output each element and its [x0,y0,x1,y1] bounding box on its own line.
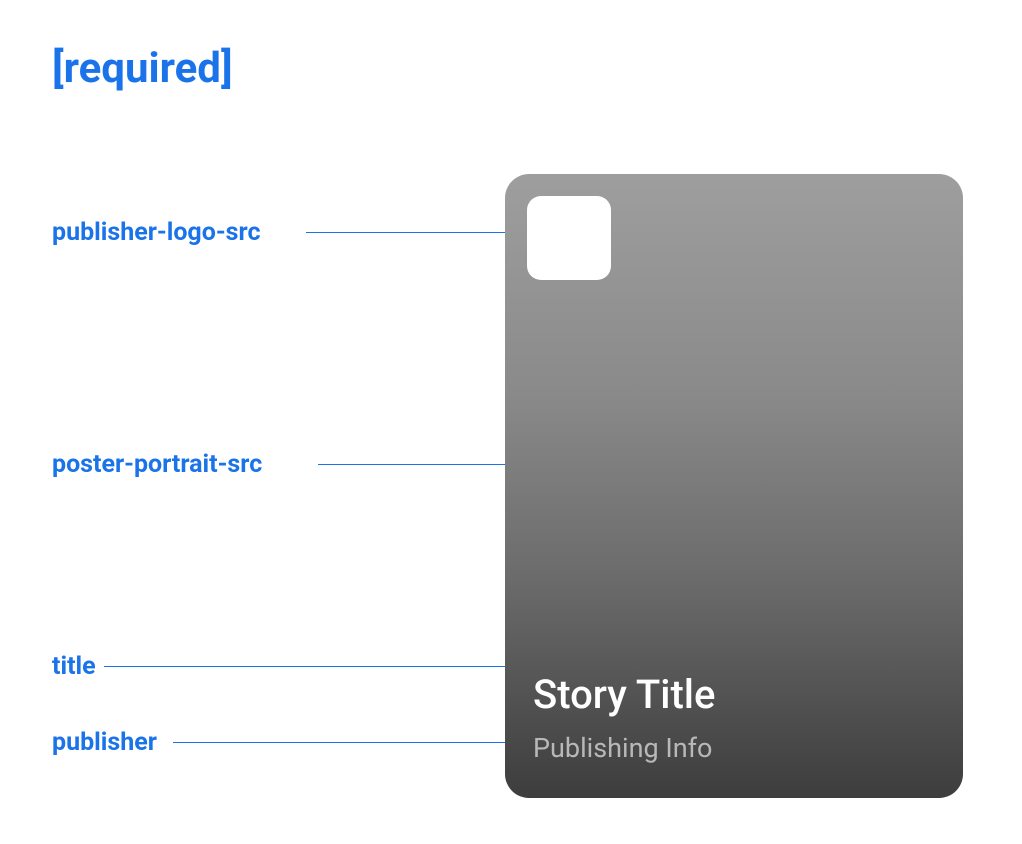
label-publisher-logo-src: publisher-logo-src [52,218,260,247]
story-card-poster: Story Title Publishing Info [505,174,963,798]
label-publisher: publisher [52,728,157,757]
label-title: title [52,652,96,681]
connector-line [104,666,520,667]
publishing-info-text: Publishing Info [533,732,712,764]
connector-line [173,742,520,743]
publisher-logo-placeholder [527,196,611,280]
section-heading: [required] [52,44,233,93]
story-title-text: Story Title [533,671,715,718]
label-poster-portrait-src: poster-portrait-src [52,450,262,479]
